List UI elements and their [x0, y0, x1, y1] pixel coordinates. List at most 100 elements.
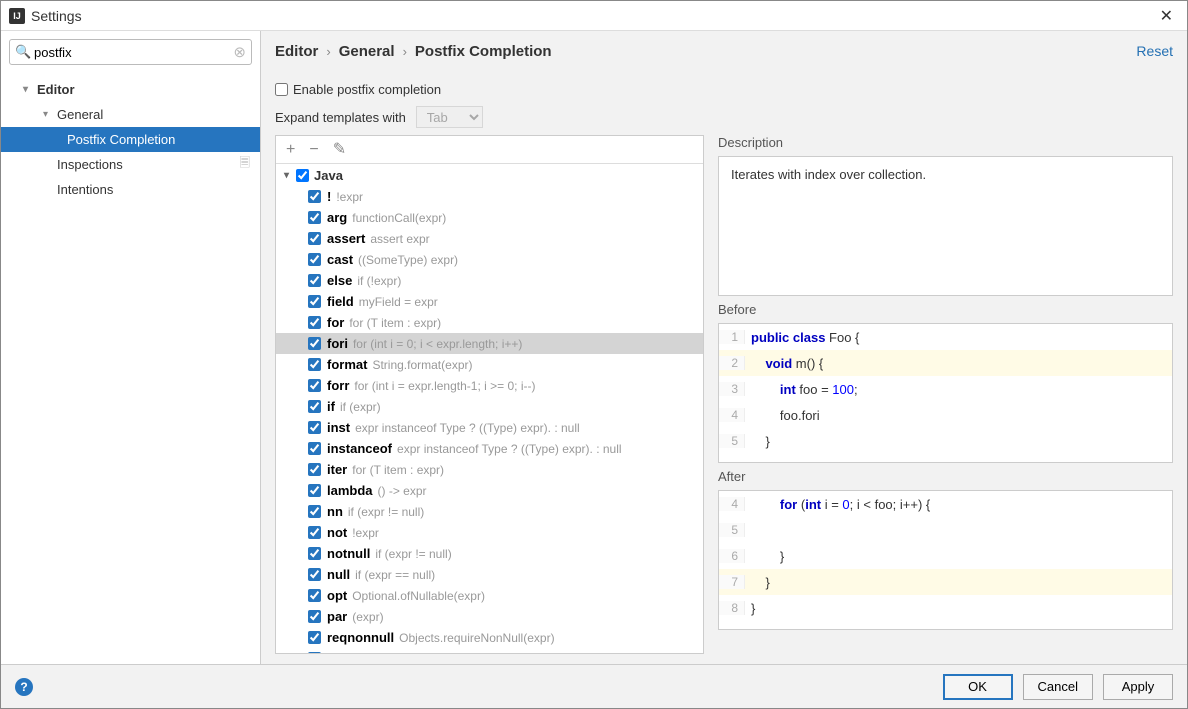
- button-bar: ? OK Cancel Apply: [1, 664, 1187, 708]
- template-item-arg[interactable]: argfunctionCall(expr): [276, 207, 703, 228]
- code-line: 1public class Foo {: [719, 324, 1172, 350]
- crumb-postfix: Postfix Completion: [415, 43, 552, 60]
- help-icon[interactable]: ?: [15, 678, 33, 696]
- before-label: Before: [718, 302, 1173, 317]
- code-line: 4 foo.fori: [719, 402, 1172, 428]
- template-checkbox[interactable]: [308, 526, 321, 539]
- templates-toolbar: + − ✎: [276, 136, 703, 164]
- template-checkbox[interactable]: [308, 547, 321, 560]
- template-item-par[interactable]: par(expr): [276, 606, 703, 627]
- template-checkbox[interactable]: [308, 505, 321, 518]
- description-box: Iterates with index over collection.: [718, 156, 1173, 296]
- template-checkbox[interactable]: [308, 274, 321, 287]
- cancel-button[interactable]: Cancel: [1023, 674, 1093, 700]
- template-checkbox[interactable]: [308, 484, 321, 497]
- template-item-opt[interactable]: optOptional.ofNullable(expr): [276, 585, 703, 606]
- dialog-body: 🔍 ⊗ ▾Editor ▾General Postfix Completion …: [1, 31, 1187, 664]
- nav-general[interactable]: ▾General: [1, 102, 260, 127]
- template-checkbox[interactable]: [308, 652, 321, 653]
- chevron-down-icon: ▾: [43, 109, 57, 120]
- template-checkbox[interactable]: [308, 463, 321, 476]
- code-line: 3 int foo = 100;: [719, 376, 1172, 402]
- expand-select[interactable]: Tab: [416, 106, 483, 128]
- template-checkbox[interactable]: [308, 190, 321, 203]
- preview-panel: Description Iterates with index over col…: [718, 135, 1173, 654]
- template-item-iter[interactable]: iterfor (T item : expr): [276, 459, 703, 480]
- nav-postfix-completion[interactable]: Postfix Completion: [1, 127, 260, 152]
- nav-inspections[interactable]: Inspections🗏: [1, 152, 260, 177]
- template-item-null[interactable]: nullif (expr == null): [276, 564, 703, 585]
- template-item-cast[interactable]: cast((SomeType) expr): [276, 249, 703, 270]
- reset-link[interactable]: Reset: [1136, 43, 1173, 59]
- settings-tree: ▾Editor ▾General Postfix Completion Insp…: [1, 73, 260, 664]
- code-line: 5: [719, 517, 1172, 543]
- nav-intentions[interactable]: Intentions: [1, 177, 260, 202]
- template-item-nn[interactable]: nnif (expr != null): [276, 501, 703, 522]
- apply-button[interactable]: Apply: [1103, 674, 1173, 700]
- sidebar: 🔍 ⊗ ▾Editor ▾General Postfix Completion …: [1, 31, 261, 664]
- nav-editor[interactable]: ▾Editor: [1, 77, 260, 102]
- remove-icon[interactable]: −: [309, 142, 318, 158]
- app-icon: IJ: [9, 8, 25, 24]
- template-checkbox[interactable]: [308, 337, 321, 350]
- expand-label: Expand templates with: [275, 110, 406, 125]
- template-checkbox[interactable]: [308, 631, 321, 644]
- template-item-field[interactable]: fieldmyField = expr: [276, 291, 703, 312]
- template-item-instanceof[interactable]: instanceofexpr instanceof Type ? ((Type)…: [276, 438, 703, 459]
- template-checkbox[interactable]: [308, 589, 321, 602]
- close-icon[interactable]: ✕: [1154, 6, 1179, 26]
- edit-icon[interactable]: ✎: [333, 142, 346, 158]
- template-checkbox[interactable]: [308, 316, 321, 329]
- template-checkbox[interactable]: [308, 379, 321, 392]
- template-checkbox[interactable]: [308, 232, 321, 245]
- group-java[interactable]: ▾ Java: [276, 164, 703, 186]
- code-line: 5 }: [719, 428, 1172, 454]
- crumb-editor[interactable]: Editor: [275, 43, 318, 60]
- code-line: 6 }: [719, 543, 1172, 569]
- template-item-![interactable]: !!expr: [276, 186, 703, 207]
- after-label: After: [718, 469, 1173, 484]
- template-item-notnull[interactable]: notnullif (expr != null): [276, 543, 703, 564]
- ok-button[interactable]: OK: [943, 674, 1013, 700]
- template-item-reqnonnull[interactable]: reqnonnullObjects.requireNonNull(expr): [276, 627, 703, 648]
- content-panel: Editor › General › Postfix Completion Re…: [261, 31, 1187, 664]
- template-checkbox[interactable]: [308, 400, 321, 413]
- template-item-lambda[interactable]: lambda() -> expr: [276, 480, 703, 501]
- templates-panel: + − ✎ ▾ Java !!exprargfunctionCall(expr)…: [275, 135, 704, 654]
- code-line: 4 for (int i = 0; i < foo; i++) {: [719, 491, 1172, 517]
- template-item-format[interactable]: formatString.format(expr): [276, 354, 703, 375]
- template-item-forr[interactable]: forrfor (int i = expr.length-1; i >= 0; …: [276, 375, 703, 396]
- template-item-assert[interactable]: assertassert expr: [276, 228, 703, 249]
- add-icon[interactable]: +: [286, 142, 295, 158]
- window-title: Settings: [31, 8, 1154, 24]
- enable-postfix-checkbox[interactable]: [275, 83, 288, 96]
- breadcrumb: Editor › General › Postfix Completion Re…: [261, 31, 1187, 71]
- search-input[interactable]: [9, 39, 252, 65]
- template-checkbox[interactable]: [308, 253, 321, 266]
- group-java-checkbox[interactable]: [296, 169, 309, 182]
- template-checkbox[interactable]: [308, 442, 321, 455]
- description-text: Iterates with index over collection.: [731, 167, 926, 182]
- chevron-right-icon: ›: [403, 44, 407, 59]
- crumb-general[interactable]: General: [339, 43, 395, 60]
- enable-postfix-label: Enable postfix completion: [293, 82, 441, 97]
- template-checkbox[interactable]: [308, 358, 321, 371]
- template-checkbox[interactable]: [308, 211, 321, 224]
- chevron-right-icon: ›: [326, 44, 330, 59]
- template-item-fori[interactable]: forifor (int i = 0; i < expr.length; i++…: [276, 333, 703, 354]
- template-checkbox[interactable]: [308, 610, 321, 623]
- template-item-return[interactable]: returnreturn expr: [276, 648, 703, 653]
- template-checkbox[interactable]: [308, 295, 321, 308]
- template-item-for[interactable]: forfor (T item : expr): [276, 312, 703, 333]
- scope-icon: 🗏: [240, 154, 250, 176]
- template-checkbox[interactable]: [308, 421, 321, 434]
- search-icon: 🔍: [15, 44, 31, 60]
- clear-icon[interactable]: ⊗: [233, 43, 246, 61]
- settings-dialog: IJ Settings ✕ 🔍 ⊗ ▾Editor ▾General Postf…: [0, 0, 1188, 709]
- template-item-inst[interactable]: instexpr instanceof Type ? ((Type) expr)…: [276, 417, 703, 438]
- template-item-not[interactable]: not!expr: [276, 522, 703, 543]
- template-item-else[interactable]: elseif (!expr): [276, 270, 703, 291]
- template-checkbox[interactable]: [308, 568, 321, 581]
- template-item-if[interactable]: ifif (expr): [276, 396, 703, 417]
- code-line: 7 }: [719, 569, 1172, 595]
